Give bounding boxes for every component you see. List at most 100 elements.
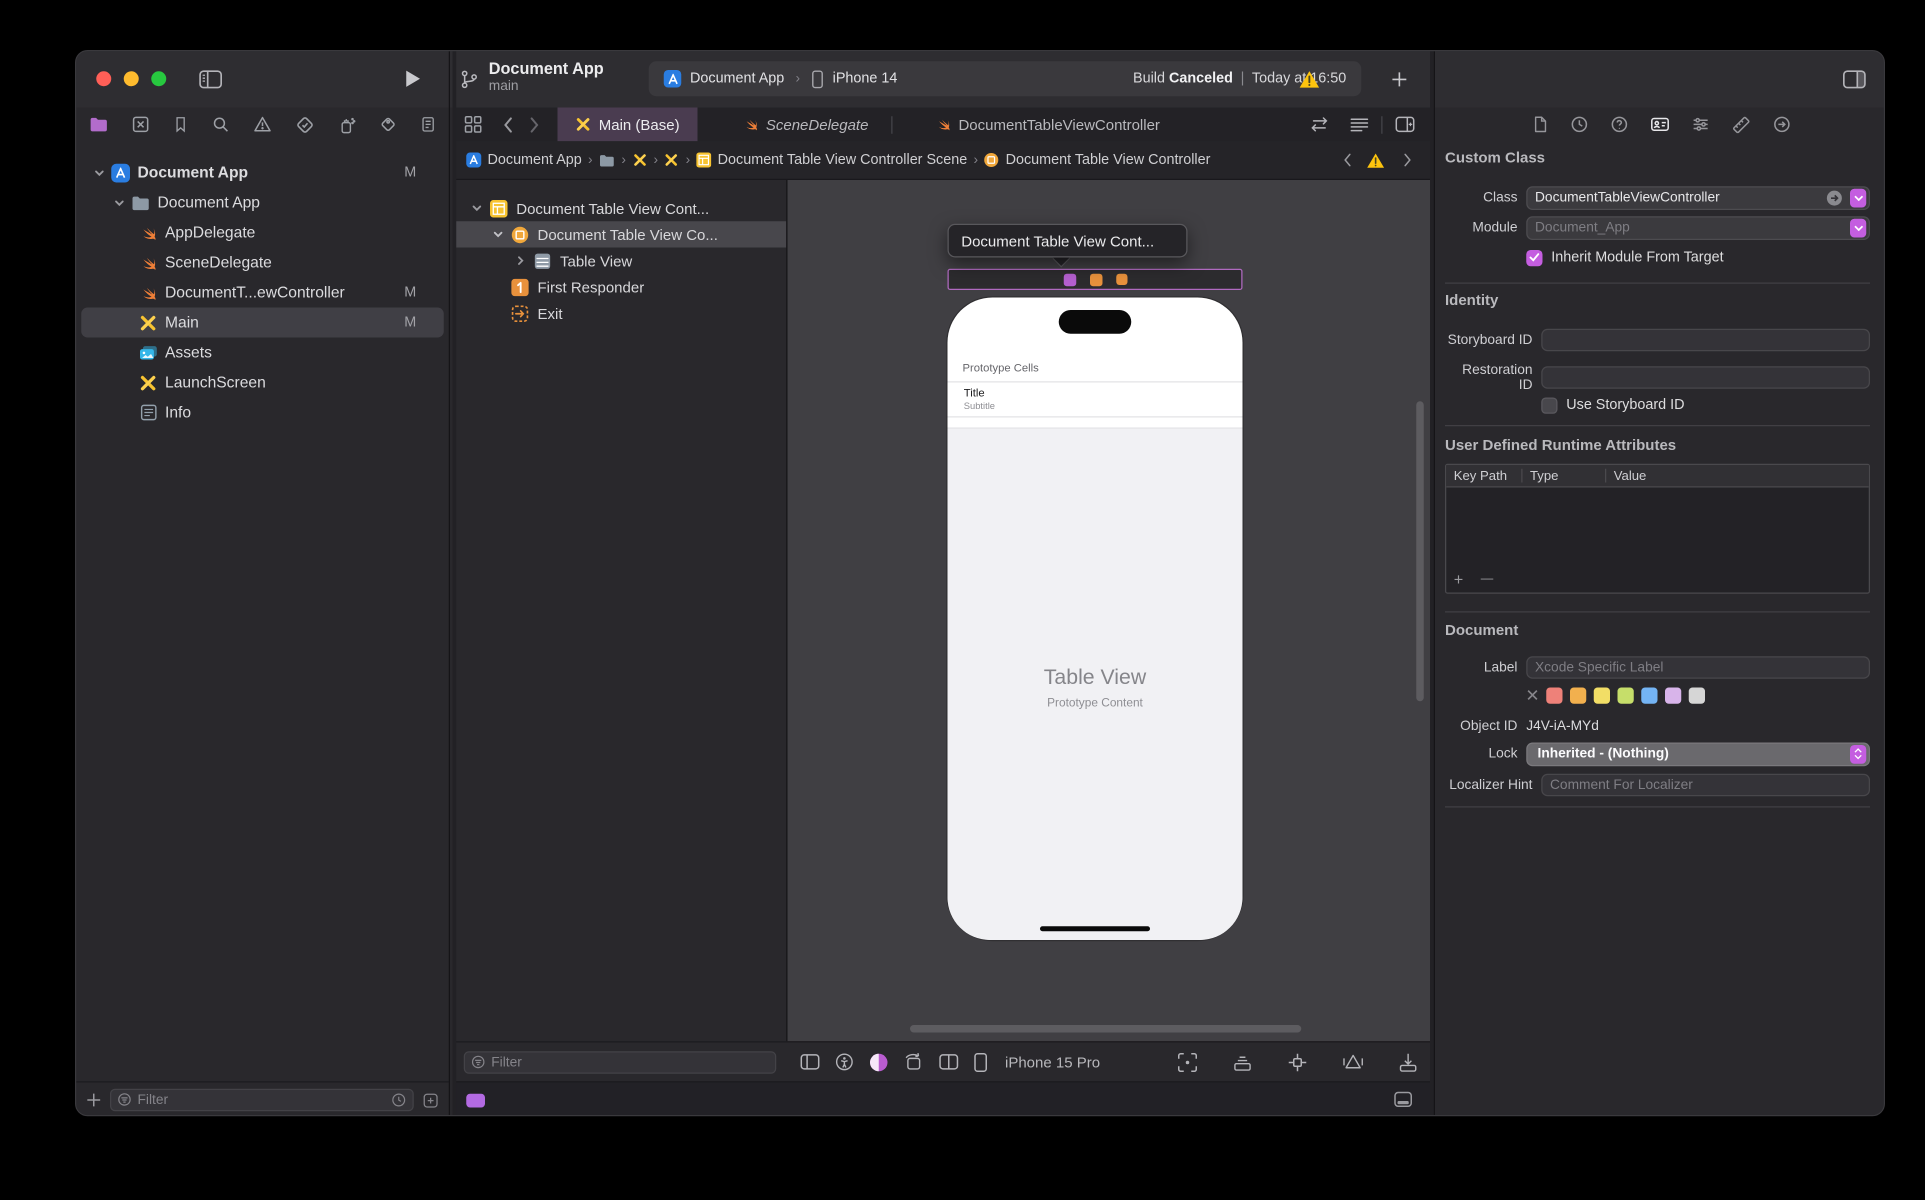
run-button[interactable] xyxy=(404,69,422,89)
outline-item-table-view[interactable]: Table View xyxy=(454,248,787,274)
toggle-inspector-icon[interactable] xyxy=(1843,70,1867,89)
quick-help-inspector-icon[interactable] xyxy=(1609,115,1628,134)
close-window-button[interactable] xyxy=(96,71,111,86)
cell-subtitle[interactable]: Subtitle xyxy=(964,400,995,411)
tab-main-storyboard[interactable]: Main (Base) xyxy=(558,108,698,142)
chevron-right-icon[interactable] xyxy=(510,255,531,266)
storyboard-file-icon[interactable] xyxy=(664,153,679,168)
tab-documenttableviewcontroller[interactable]: DocumentTableViewController xyxy=(917,108,1177,142)
embed-in-view-icon[interactable] xyxy=(1233,1053,1253,1071)
jump-bar-item-project[interactable]: Document App xyxy=(466,153,582,168)
inherit-module-checkbox[interactable] xyxy=(1526,249,1542,265)
outline-filter-field[interactable] xyxy=(464,1051,777,1074)
orientation-icon[interactable] xyxy=(904,1053,924,1072)
horizontal-scrollbar[interactable] xyxy=(910,1025,1301,1033)
class-dropdown-stepper[interactable] xyxy=(1850,188,1866,207)
no-color-icon[interactable] xyxy=(1526,689,1539,702)
add-file-icon[interactable] xyxy=(86,1093,101,1108)
outline-item-scene[interactable]: Document Table View Cont... xyxy=(454,195,787,221)
outline-filter-input[interactable] xyxy=(491,1054,769,1069)
tree-item-main-storyboard[interactable]: Main M xyxy=(81,308,444,338)
zoom-to-fit-icon[interactable] xyxy=(1178,1052,1198,1072)
accessibility-icon[interactable] xyxy=(835,1053,854,1072)
color-tag-yellow[interactable] xyxy=(1594,687,1610,703)
color-tag-green[interactable] xyxy=(1618,687,1634,703)
device-name[interactable]: iPhone 15 Pro xyxy=(1005,1053,1100,1071)
split-preview-icon[interactable] xyxy=(939,1054,959,1070)
use-storyboard-id-checkbox[interactable] xyxy=(1541,397,1557,413)
tree-item-documenttableviewcontroller[interactable]: DocumentT...ewController M xyxy=(76,278,449,308)
iphone-canvas-device[interactable]: Prototype Cells Title Subtitle Table Vie… xyxy=(948,298,1243,941)
class-field[interactable] xyxy=(1526,186,1870,210)
zoom-window-button[interactable] xyxy=(151,71,166,86)
scheme-name[interactable]: Document App xyxy=(690,71,784,86)
editor-options-icon[interactable] xyxy=(1350,117,1369,132)
xcode-label-field[interactable] xyxy=(1526,656,1870,679)
navigator-filter-field[interactable] xyxy=(110,1089,414,1112)
recent-files-filter-icon[interactable] xyxy=(391,1093,406,1108)
bookmark-navigator-icon[interactable] xyxy=(173,115,189,134)
hide-document-outline-icon[interactable] xyxy=(800,1054,820,1070)
size-inspector-icon[interactable] xyxy=(1731,114,1751,134)
module-field[interactable] xyxy=(1526,216,1870,240)
tree-item-info-plist[interactable]: Info xyxy=(76,398,449,428)
jump-bar-item-view-controller[interactable]: Document Table View Controller xyxy=(984,153,1210,168)
history-inspector-icon[interactable] xyxy=(1569,115,1588,134)
debug-navigator-icon[interactable] xyxy=(338,114,357,134)
chevron-down-icon[interactable] xyxy=(466,203,487,214)
file-inspector-icon[interactable] xyxy=(1531,115,1549,134)
color-tag-orange[interactable] xyxy=(1570,687,1586,703)
module-dropdown-stepper[interactable] xyxy=(1850,218,1866,237)
chevron-down-icon[interactable] xyxy=(488,229,509,240)
vertical-scrollbar[interactable] xyxy=(1416,401,1424,701)
code-review-icon[interactable] xyxy=(1309,116,1330,132)
source-control-status-filter-icon[interactable] xyxy=(423,1092,439,1108)
folder-icon[interactable] xyxy=(599,153,615,167)
storyboard-color-chip[interactable] xyxy=(466,1094,485,1108)
chevron-down-icon[interactable] xyxy=(109,197,129,208)
tree-item-scenedelegate[interactable]: SceneDelegate xyxy=(76,248,449,278)
localizer-hint-field[interactable] xyxy=(1541,774,1870,797)
attributes-inspector-icon[interactable] xyxy=(1691,115,1710,134)
tree-item-appdelegate[interactable]: AppDelegate xyxy=(76,218,449,248)
new-tab-button[interactable] xyxy=(1391,71,1407,87)
search-navigator-icon[interactable] xyxy=(211,115,230,134)
storyboard-file-icon[interactable] xyxy=(632,153,647,168)
exit-icon[interactable] xyxy=(1116,274,1127,285)
tree-item-launchscreen[interactable]: LaunchScreen xyxy=(76,368,449,398)
report-navigator-icon[interactable] xyxy=(420,115,436,134)
go-forward-icon[interactable] xyxy=(529,116,540,134)
issue-navigator-icon[interactable] xyxy=(253,115,273,134)
device-icon[interactable] xyxy=(974,1052,988,1072)
resolve-autolayout-icon[interactable] xyxy=(1343,1053,1364,1072)
identity-inspector-icon-selected[interactable] xyxy=(1649,115,1669,134)
first-responder-icon[interactable] xyxy=(1089,273,1102,286)
cell-title[interactable]: Title xyxy=(964,386,985,399)
lock-dropdown-stepper[interactable] xyxy=(1850,744,1866,763)
restoration-id-field[interactable] xyxy=(1541,366,1870,389)
appearance-toggle-icon[interactable] xyxy=(869,1052,889,1072)
column-header-type[interactable]: Type xyxy=(1523,468,1606,483)
color-tag-gray[interactable] xyxy=(1689,687,1705,703)
add-attribute-button[interactable]: + xyxy=(1454,570,1463,590)
previous-issue-icon[interactable] xyxy=(1343,153,1353,168)
navigator-divider[interactable] xyxy=(449,51,450,1115)
source-control-navigator-icon[interactable] xyxy=(131,115,150,134)
related-items-icon[interactable] xyxy=(464,115,483,134)
update-frames-icon[interactable] xyxy=(1399,1052,1418,1072)
scheme-selector[interactable]: Document App › iPhone 14 Build Canceled … xyxy=(649,61,1362,96)
color-tag-red[interactable] xyxy=(1546,687,1562,703)
bottom-panel-toggle-icon[interactable] xyxy=(1394,1091,1413,1107)
remove-attribute-button[interactable]: — xyxy=(1481,570,1494,590)
outline-item-view-controller[interactable]: Document Table View Co... xyxy=(454,221,787,247)
chevron-down-icon[interactable] xyxy=(89,167,109,178)
toggle-navigator-icon[interactable] xyxy=(199,70,223,89)
issue-warning-icon[interactable] xyxy=(1366,152,1385,168)
tree-item-project-root[interactable]: Document App M xyxy=(76,158,449,188)
outline-item-exit[interactable]: Exit xyxy=(454,300,787,326)
outline-item-first-responder[interactable]: First Responder xyxy=(454,274,787,300)
next-issue-icon[interactable] xyxy=(1403,153,1413,168)
navigator-filter-input[interactable] xyxy=(138,1093,392,1108)
column-header-value[interactable]: Value xyxy=(1606,468,1646,483)
column-header-key-path[interactable]: Key Path xyxy=(1446,468,1521,483)
